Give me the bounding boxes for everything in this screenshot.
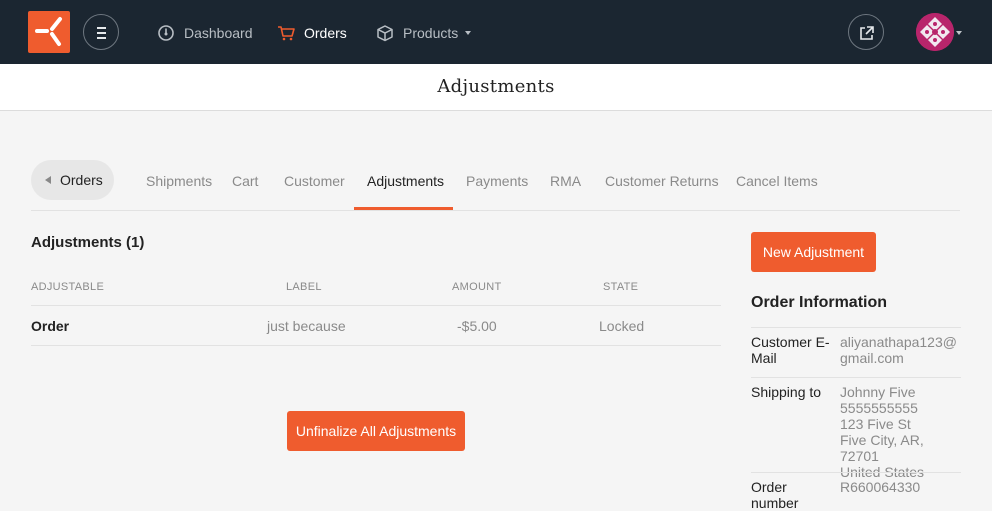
back-label: Orders [60,172,103,188]
unfinalize-all-adjustments-button[interactable]: Unfinalize All Adjustments [287,411,465,451]
tab-payments[interactable]: Payments [466,173,528,189]
chevron-down-icon [465,31,472,35]
address-line: 5555555555 [840,400,918,416]
brand-logo[interactable] [28,11,70,53]
tab-customer[interactable]: Customer [284,173,345,189]
menu-icon-line [97,27,106,29]
order-tabs: Orders Shipments Cart Customer Adjustmen… [31,160,960,211]
table-divider [31,305,721,306]
chevron-left-icon [45,176,51,184]
nav-item-orders[interactable]: Orders [277,22,347,44]
shipping-to-label: Shipping to [751,384,822,400]
dashboard-icon [158,25,174,41]
menu-icon-line [97,32,106,34]
cell-label: just because [267,318,346,334]
tab-adjustments[interactable]: Adjustments [367,173,444,189]
column-header-amount: AMOUNT [452,281,502,293]
tab-cancel-items[interactable]: Cancel Items [736,173,818,189]
cart-icon [278,26,295,41]
address-line: Five City, AR, 72701 [840,432,924,464]
new-adjustment-button[interactable]: New Adjustment [751,232,876,272]
nav-item-label: Orders [304,25,347,41]
column-header-adjustable: ADJUSTABLE [31,281,105,293]
sidebar-divider [751,377,961,378]
nav-item-label: Products [403,25,459,41]
avatar[interactable] [916,13,954,51]
nav-item-products[interactable]: Products [376,22,472,44]
order-number-label: Order number [751,479,799,511]
address-line: 123 Five St [840,416,911,432]
box-icon [377,25,393,42]
customer-email-value: aliyanathapa123@gmail.com [840,334,957,366]
back-to-orders-button[interactable]: Orders [31,160,114,200]
order-number-value: R660064330 [840,479,921,495]
cell-adjustable: Order [31,318,70,334]
nav-item-dashboard[interactable]: Dashboard [157,22,253,44]
cell-amount: -$5.00 [457,318,497,334]
shipping-address: Johnny Five 5555555555 123 Five St Five … [840,384,962,480]
tab-cart[interactable]: Cart [232,173,258,189]
cell-state: Locked [599,318,645,334]
top-navbar: Dashboard Orders Products [0,0,992,64]
column-header-label: LABEL [286,281,322,293]
customer-email-label: Customer E-Mail [751,334,830,366]
active-tab-indicator [354,207,453,210]
column-header-state: STATE [603,281,639,293]
sidebar-divider [751,327,961,328]
brand-logo-icon [35,17,62,46]
menu-toggle-button[interactable] [83,14,119,50]
tab-rma[interactable]: RMA [550,173,581,189]
tab-shipments[interactable]: Shipments [146,173,212,189]
menu-icon-line [97,37,106,39]
sidebar-divider [751,472,961,473]
page-title: Adjustments [437,76,555,97]
table-divider [31,345,721,346]
open-storefront-button[interactable] [848,14,884,50]
tab-customer-returns[interactable]: Customer Returns [605,173,719,189]
address-line: Johnny Five [840,384,916,400]
chevron-down-icon[interactable] [956,31,962,35]
nav-item-label: Dashboard [184,25,253,41]
order-information-heading: Order Information [751,294,888,311]
avatar-pattern-icon [916,13,954,51]
adjustments-heading: Adjustments (1) [31,234,145,251]
external-link-icon [860,26,874,40]
page-header: Adjustments [0,64,992,111]
